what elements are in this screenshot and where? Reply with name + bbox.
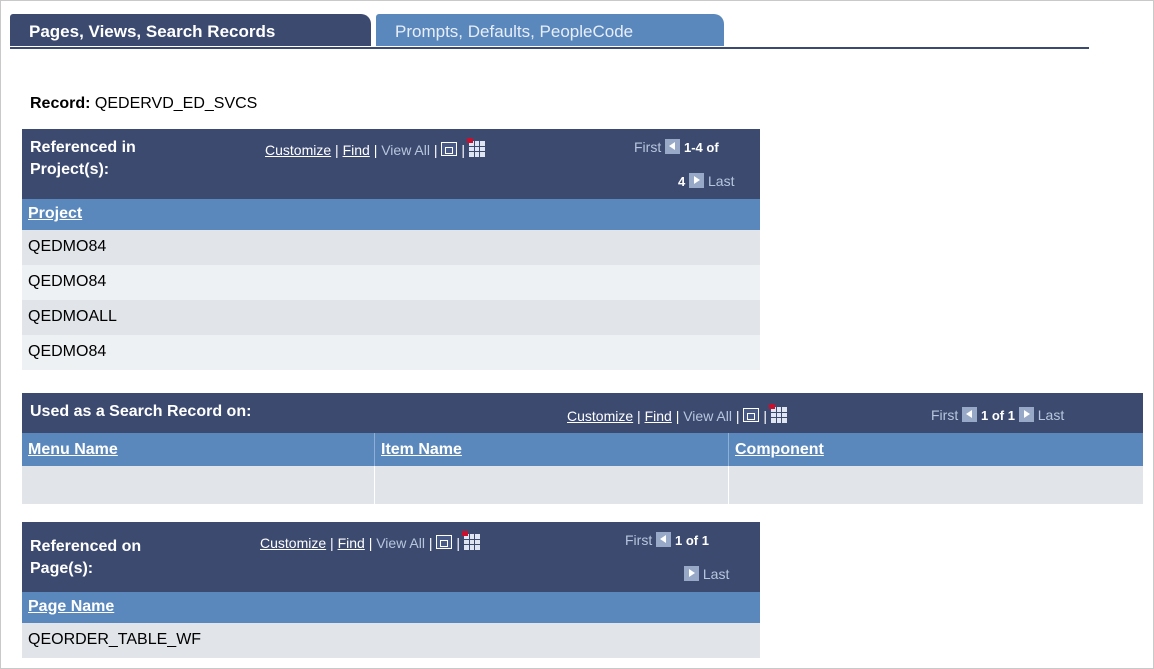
record-value: QEDERVD_ED_SVCS <box>94 95 258 112</box>
view-all-link[interactable]: View All <box>683 408 732 424</box>
zoom-icon[interactable] <box>436 535 453 549</box>
empty-cell <box>729 466 1143 504</box>
projects-grid: Referenced in Project(s): Customize | Fi… <box>22 129 760 370</box>
link-separator: | <box>373 142 378 158</box>
customize-link[interactable]: Customize <box>260 535 326 551</box>
row-count: 1 of 1 <box>981 408 1015 423</box>
projects-grid-nav-bottom: 4 Last <box>678 173 734 189</box>
item-name-column-header: Item Name <box>375 433 729 466</box>
search-record-grid: Used as a Search Record on: Customize | … <box>22 393 1143 504</box>
link-separator: | <box>368 535 373 551</box>
pages-grid-title-line2: Page(s): <box>30 560 94 577</box>
prev-icon[interactable] <box>665 139 681 154</box>
view-all-link[interactable]: View All <box>376 535 425 551</box>
download-grid-icon[interactable] <box>461 531 480 550</box>
project-sort-link[interactable]: Project <box>22 205 82 222</box>
pages-grid-header: Referenced on Page(s): Customize | Find … <box>22 522 760 592</box>
record-label: Record: <box>30 95 91 112</box>
link-separator: | <box>735 408 740 424</box>
prev-icon[interactable] <box>962 407 978 422</box>
pages-grid: Referenced on Page(s): Customize | Find … <box>22 522 760 658</box>
page-name-column-header: Page Name <box>22 592 760 623</box>
tab-underline <box>10 47 1089 49</box>
record-info: Record: QEDERVD_ED_SVCS <box>30 95 257 113</box>
projects-grid-title-line2: Project(s): <box>30 161 110 178</box>
first-label: First <box>634 139 662 155</box>
link-separator: | <box>763 408 767 424</box>
table-row: QEDMO84 <box>22 335 760 370</box>
next-icon[interactable] <box>684 566 699 581</box>
component-column-header: Component <box>729 433 1143 466</box>
row-count: 1 of 1 <box>675 533 709 548</box>
first-label: First <box>625 532 653 548</box>
prev-icon[interactable] <box>656 532 672 547</box>
link-separator: | <box>428 535 433 551</box>
last-label: Last <box>708 173 735 189</box>
project-column-header: Project <box>22 199 760 230</box>
component-sort-link[interactable]: Component <box>729 441 824 458</box>
zoom-icon[interactable] <box>743 408 760 422</box>
pages-grid-links: Customize | Find | View All | | <box>260 531 480 551</box>
find-link[interactable]: Find <box>338 535 365 551</box>
download-grid-icon[interactable] <box>466 138 485 157</box>
pages-grid-nav-top: First 1 of 1 <box>625 532 709 548</box>
find-link[interactable]: Find <box>645 408 672 424</box>
projects-grid-title: Referenced in Project(s): <box>30 137 136 181</box>
customize-link[interactable]: Customize <box>567 408 633 424</box>
menu-name-column-header: Menu Name <box>22 433 375 466</box>
table-row: QEDMOALL <box>22 300 760 335</box>
tab-pages-views-search-records[interactable]: Pages, Views, Search Records <box>10 14 371 46</box>
projects-grid-links: Customize | Find | View All | | <box>265 138 485 158</box>
link-separator: | <box>330 535 334 551</box>
row-count: 1-4 of <box>684 140 719 155</box>
search-grid-links: Customize | Find | View All | | <box>567 404 787 424</box>
find-link[interactable]: Find <box>343 142 370 158</box>
empty-cell <box>22 466 375 504</box>
download-grid-icon[interactable] <box>768 404 787 423</box>
row-count-total: 4 <box>678 174 686 189</box>
pages-grid-title: Referenced on Page(s): <box>30 536 141 580</box>
pages-grid-title-line1: Referenced on <box>30 538 142 555</box>
zoom-icon[interactable] <box>441 142 458 156</box>
link-separator: | <box>637 408 641 424</box>
item-name-sort-link[interactable]: Item Name <box>375 441 462 458</box>
projects-grid-header: Referenced in Project(s): Customize | Fi… <box>22 129 760 199</box>
search-grid-title: Used as a Search Record on: <box>30 403 252 420</box>
link-separator: | <box>461 142 465 158</box>
next-icon[interactable] <box>1018 407 1034 422</box>
projects-grid-title-line1: Referenced in <box>30 139 136 156</box>
projects-grid-nav-top: First 1-4 of <box>634 139 719 155</box>
link-separator: | <box>675 408 680 424</box>
tab-prompts-defaults-peoplecode[interactable]: Prompts, Defaults, PeopleCode <box>376 14 724 46</box>
table-row: QEDMO84 <box>22 265 760 300</box>
table-row: QEORDER_TABLE_WF <box>22 623 760 658</box>
link-separator: | <box>335 142 339 158</box>
menu-name-sort-link[interactable]: Menu Name <box>22 441 118 458</box>
customize-link[interactable]: Customize <box>265 142 331 158</box>
view-all-link[interactable]: View All <box>381 142 430 158</box>
first-label: First <box>931 407 959 423</box>
last-label: Last <box>1037 407 1065 423</box>
search-grid-nav: First 1 of 1 Last <box>931 407 1064 423</box>
link-separator: | <box>433 142 438 158</box>
table-row: QEDMO84 <box>22 230 760 265</box>
next-icon[interactable] <box>689 173 705 188</box>
empty-cell <box>375 466 729 504</box>
search-grid-header: Used as a Search Record on: Customize | … <box>22 393 1143 433</box>
page-name-sort-link[interactable]: Page Name <box>22 598 114 615</box>
pages-grid-nav-bottom: Last <box>684 566 729 582</box>
last-label: Last <box>702 566 730 582</box>
link-separator: | <box>456 535 460 551</box>
